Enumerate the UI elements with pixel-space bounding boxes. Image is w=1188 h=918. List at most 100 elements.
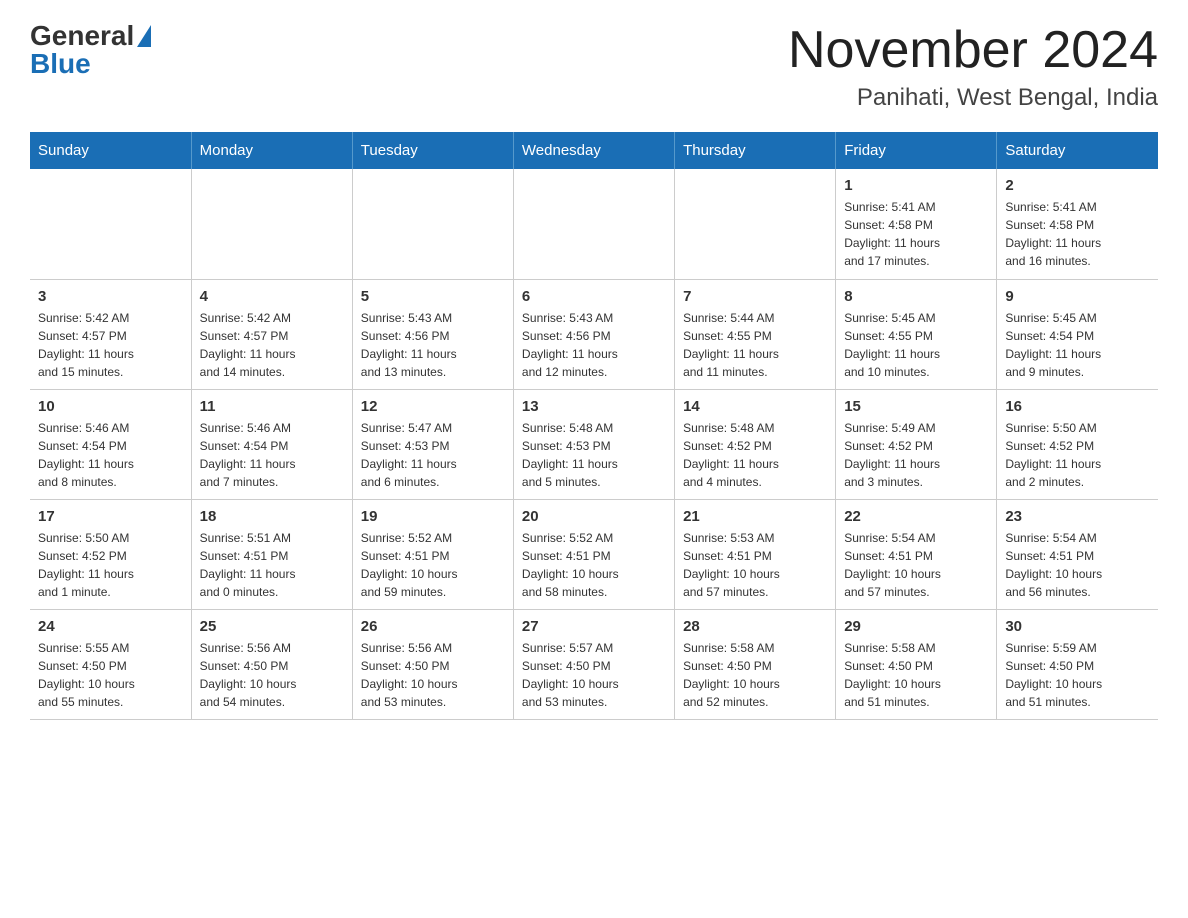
day-cell: 27 Sunrise: 5:57 AM Sunset: 4:50 PM Dayli… [513, 609, 674, 719]
day-cell: 13 Sunrise: 5:48 AM Sunset: 4:53 PM Dayli… [513, 389, 674, 499]
day-info: Sunrise: 5:52 AM Sunset: 4:51 PM Dayligh… [361, 529, 505, 601]
day-cell: 5Sunrise: 5:43 AM Sunset: 4:56 PM Daylig… [352, 279, 513, 389]
day-info: Sunrise: 5:53 AM Sunset: 4:51 PM Dayligh… [683, 529, 827, 601]
day-info: Sunrise: 5:49 AM Sunset: 4:52 PM Dayligh… [844, 419, 988, 491]
day-info: Sunrise: 5:41 AM Sunset: 4:58 PM Dayligh… [1005, 198, 1150, 270]
day-info: Sunrise: 5:51 AM Sunset: 4:51 PM Dayligh… [200, 529, 344, 601]
day-cell: 2 Sunrise: 5:41 AM Sunset: 4:58 PM Daylig… [997, 169, 1158, 279]
day-info: Sunrise: 5:50 AM Sunset: 4:52 PM Dayligh… [38, 529, 183, 601]
day-cell: 24Sunrise: 5:55 AM Sunset: 4:50 PM Dayli… [30, 609, 191, 719]
day-number: 4 [200, 288, 344, 305]
day-info: Sunrise: 5:42 AM Sunset: 4:57 PM Dayligh… [200, 309, 344, 381]
day-cell: 14Sunrise: 5:48 AM Sunset: 4:52 PM Dayli… [675, 389, 836, 499]
location-title: Panihati, West Bengal, India [788, 84, 1158, 112]
day-number: 7 [683, 288, 827, 305]
day-info: Sunrise: 5:56 AM Sunset: 4:50 PM Dayligh… [361, 639, 505, 711]
day-cell: 8 Sunrise: 5:45 AM Sunset: 4:55 PM Daylig… [836, 279, 997, 389]
day-number: 27 [522, 618, 666, 635]
day-cell: 9 Sunrise: 5:45 AM Sunset: 4:54 PM Daylig… [997, 279, 1158, 389]
day-cell: 16Sunrise: 5:50 AM Sunset: 4:52 PM Dayli… [997, 389, 1158, 499]
day-info: Sunrise: 5:43 AM Sunset: 4:56 PM Dayligh… [522, 309, 666, 381]
day-cell: 20Sunrise: 5:52 AM Sunset: 4:51 PM Dayli… [513, 499, 674, 609]
day-number: 3 [38, 288, 183, 305]
day-cell: 7 Sunrise: 5:44 AM Sunset: 4:55 PM Daylig… [675, 279, 836, 389]
day-number: 20 [522, 508, 666, 525]
day-cell: 28 Sunrise: 5:58 AM Sunset: 4:50 PM Dayli… [675, 609, 836, 719]
weekday-header-thursday: Thursday [675, 132, 836, 169]
day-cell: 26 Sunrise: 5:56 AM Sunset: 4:50 PM Dayli… [352, 609, 513, 719]
day-number: 6 [522, 288, 666, 305]
day-number: 13 [522, 398, 666, 415]
day-info: Sunrise: 5:45 AM Sunset: 4:54 PM Dayligh… [1005, 309, 1150, 381]
day-cell: 3Sunrise: 5:42 AM Sunset: 4:57 PM Daylig… [30, 279, 191, 389]
day-cell: 23 Sunrise: 5:54 AM Sunset: 4:51 PM Dayli… [997, 499, 1158, 609]
logo-triangle-icon [137, 25, 151, 47]
day-info: Sunrise: 5:54 AM Sunset: 4:51 PM Dayligh… [1005, 529, 1150, 601]
day-info: Sunrise: 5:43 AM Sunset: 4:56 PM Dayligh… [361, 309, 505, 381]
day-number: 19 [361, 508, 505, 525]
month-title: November 2024 [788, 20, 1158, 80]
day-number: 17 [38, 508, 183, 525]
calendar-table: SundayMondayTuesdayWednesdayThursdayFrid… [30, 132, 1158, 720]
day-number: 18 [200, 508, 344, 525]
day-cell [30, 169, 191, 279]
day-info: Sunrise: 5:47 AM Sunset: 4:53 PM Dayligh… [361, 419, 505, 491]
day-number: 8 [844, 288, 988, 305]
day-cell: 4 Sunrise: 5:42 AM Sunset: 4:57 PM Daylig… [191, 279, 352, 389]
day-number: 30 [1005, 618, 1150, 635]
day-number: 23 [1005, 508, 1150, 525]
weekday-header-tuesday: Tuesday [352, 132, 513, 169]
day-cell: 18 Sunrise: 5:51 AM Sunset: 4:51 PM Dayli… [191, 499, 352, 609]
day-number: 15 [844, 398, 988, 415]
day-cell: 21Sunrise: 5:53 AM Sunset: 4:51 PM Dayli… [675, 499, 836, 609]
weekday-header-sunday: Sunday [30, 132, 191, 169]
day-cell: 6 Sunrise: 5:43 AM Sunset: 4:56 PM Daylig… [513, 279, 674, 389]
day-cell: 11Sunrise: 5:46 AM Sunset: 4:54 PM Dayli… [191, 389, 352, 499]
day-info: Sunrise: 5:45 AM Sunset: 4:55 PM Dayligh… [844, 309, 988, 381]
day-number: 24 [38, 618, 183, 635]
weekday-header-wednesday: Wednesday [513, 132, 674, 169]
day-cell: 19 Sunrise: 5:52 AM Sunset: 4:51 PM Dayli… [352, 499, 513, 609]
day-number: 28 [683, 618, 827, 635]
day-number: 26 [361, 618, 505, 635]
weekday-header-saturday: Saturday [997, 132, 1158, 169]
header: General Blue November 2024 Panihati, Wes… [30, 20, 1158, 112]
day-info: Sunrise: 5:57 AM Sunset: 4:50 PM Dayligh… [522, 639, 666, 711]
day-cell [352, 169, 513, 279]
logo: General Blue [30, 20, 151, 80]
week-row-1: 3 Sunrise: 5:42 AM Sunset: 4:57 PM Daylig… [30, 279, 1158, 389]
day-cell: 30Sunrise: 5:59 AM Sunset: 4:50 PM Dayli… [997, 609, 1158, 719]
week-row-3: 17 Sunrise: 5:50 AM Sunset: 4:52 PM Dayli… [30, 499, 1158, 609]
title-area: November 2024 Panihati, West Bengal, Ind… [788, 20, 1158, 112]
day-number: 14 [683, 398, 827, 415]
day-info: Sunrise: 5:44 AM Sunset: 4:55 PM Dayligh… [683, 309, 827, 381]
day-info: Sunrise: 5:46 AM Sunset: 4:54 PM Dayligh… [200, 419, 344, 491]
weekday-header-row: SundayMondayTuesdayWednesdayThursdayFrid… [30, 132, 1158, 169]
day-cell: 1 Sunrise: 5:41 AM Sunset: 4:58 PM Daylig… [836, 169, 997, 279]
day-cell: 17 Sunrise: 5:50 AM Sunset: 4:52 PM Dayli… [30, 499, 191, 609]
day-cell [675, 169, 836, 279]
day-cell [513, 169, 674, 279]
day-number: 1 [844, 177, 988, 194]
day-info: Sunrise: 5:58 AM Sunset: 4:50 PM Dayligh… [683, 639, 827, 711]
day-number: 10 [38, 398, 183, 415]
day-cell: 25Sunrise: 5:56 AM Sunset: 4:50 PM Dayli… [191, 609, 352, 719]
day-info: Sunrise: 5:41 AM Sunset: 4:58 PM Dayligh… [844, 198, 988, 270]
day-info: Sunrise: 5:48 AM Sunset: 4:53 PM Dayligh… [522, 419, 666, 491]
day-number: 29 [844, 618, 988, 635]
week-row-0: 1 Sunrise: 5:41 AM Sunset: 4:58 PM Daylig… [30, 169, 1158, 279]
weekday-header-friday: Friday [836, 132, 997, 169]
day-cell [191, 169, 352, 279]
day-cell: 22 Sunrise: 5:54 AM Sunset: 4:51 PM Dayli… [836, 499, 997, 609]
day-cell: 10 Sunrise: 5:46 AM Sunset: 4:54 PM Dayli… [30, 389, 191, 499]
day-cell: 12Sunrise: 5:47 AM Sunset: 4:53 PM Dayli… [352, 389, 513, 499]
day-info: Sunrise: 5:58 AM Sunset: 4:50 PM Dayligh… [844, 639, 988, 711]
day-info: Sunrise: 5:54 AM Sunset: 4:51 PM Dayligh… [844, 529, 988, 601]
week-row-2: 10 Sunrise: 5:46 AM Sunset: 4:54 PM Dayli… [30, 389, 1158, 499]
calendar-body: 1 Sunrise: 5:41 AM Sunset: 4:58 PM Daylig… [30, 169, 1158, 719]
day-info: Sunrise: 5:46 AM Sunset: 4:54 PM Dayligh… [38, 419, 183, 491]
day-number: 9 [1005, 288, 1150, 305]
day-number: 2 [1005, 177, 1150, 194]
day-number: 22 [844, 508, 988, 525]
day-cell: 15 Sunrise: 5:49 AM Sunset: 4:52 PM Dayli… [836, 389, 997, 499]
